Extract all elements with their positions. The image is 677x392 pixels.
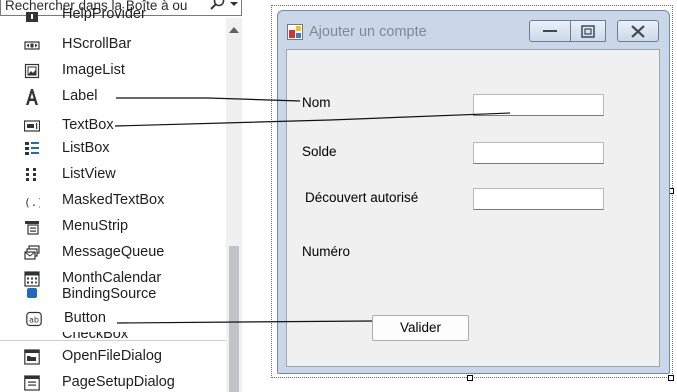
solde-input[interactable] (473, 142, 604, 164)
toolbox-item-imagelist[interactable]: ImageList (0, 58, 222, 84)
toolbox-item-menustrip[interactable]: MenuStrip (0, 214, 222, 240)
listview-icon (26, 168, 36, 181)
toolbox-item-label: Button (64, 310, 106, 326)
toolbox-item-label-control[interactable]: Label (0, 84, 222, 110)
decouvert-input[interactable] (473, 188, 604, 210)
minimize-button[interactable] (529, 20, 571, 42)
maximize-button[interactable] (570, 20, 606, 42)
form-app-icon (287, 24, 303, 40)
toolbox-scrollbar[interactable] (226, 18, 242, 392)
pagesetupdialog-icon (24, 375, 40, 391)
toolbox-item-listbox[interactable]: ListBox (0, 136, 222, 162)
listbox-icon (25, 142, 39, 155)
close-icon (631, 25, 645, 38)
toolbox-item-messagequeue[interactable]: MessageQueue (0, 240, 222, 266)
toolbox-item-label: BindingSource (62, 286, 157, 302)
toolbox-item-label: HScrollBar (62, 36, 132, 52)
toolbox-item-pagesetupdialog[interactable]: PageSetupDialog (0, 370, 222, 392)
bindingsource-icon (27, 288, 37, 298)
toolbox-item-label: ListBox (62, 140, 110, 156)
form-titlebar[interactable]: Ajouter un compte (278, 11, 669, 47)
label-nom: Nom (302, 95, 331, 110)
toolbox-item-label: ImageList (62, 62, 125, 78)
label-icon (26, 89, 38, 105)
scroll-up-arrow-icon[interactable] (229, 26, 239, 34)
toolbox-item-hscrollbar[interactable]: HScrollBar (0, 32, 222, 58)
toolbox-item-label: PageSetupDialog (62, 374, 175, 390)
button-icon: ab (26, 311, 42, 327)
toolbox-separator (0, 340, 226, 341)
nom-input[interactable] (473, 94, 604, 116)
toolbox-item-checkbox[interactable]: CheckBox (0, 332, 222, 340)
monthcalendar-icon (24, 271, 40, 287)
form-title: Ajouter un compte (309, 24, 427, 40)
toolbox-item-button[interactable]: ab Button (0, 306, 222, 332)
label-solde: Solde (302, 144, 337, 159)
toolbox-item-label: HelpProvider (62, 6, 146, 22)
label-decouvert: Découvert autorisé (305, 190, 419, 205)
toolbox-item-label: MenuStrip (62, 218, 129, 234)
toolbox-item-listview[interactable]: ListView (0, 162, 222, 188)
toolbox-item-label: TextBox (62, 117, 114, 133)
toolbox-item-label: Label (62, 88, 98, 104)
label-numero: Numéro (302, 244, 351, 259)
textbox-icon (24, 120, 40, 132)
toolbox-item-label: CheckBox (62, 332, 129, 340)
search-icon[interactable] (208, 0, 226, 13)
toolbox-item-maskedtextbox[interactable]: (.). MaskedTextBox (0, 188, 222, 214)
messagequeue-icon (24, 245, 40, 260)
chevron-down-icon[interactable] (229, 0, 239, 9)
maximize-icon (581, 25, 595, 38)
toolbox-item-label: ListView (62, 166, 116, 182)
toolbox-item-label: MonthCalendar (62, 270, 162, 286)
svg-text:ab: ab (29, 316, 39, 325)
openfiledialog-icon (24, 349, 40, 365)
valider-button[interactable]: Valider (372, 315, 469, 341)
maskedtextbox-icon: (.). (24, 196, 40, 209)
toolbox-item-openfiledialog[interactable]: OpenFileDialog (0, 344, 222, 370)
minimize-icon (543, 30, 557, 32)
scrollbar-thumb[interactable] (229, 246, 239, 392)
hscrollbar-icon (24, 41, 40, 50)
imagelist-icon (24, 63, 40, 79)
toolbox-panel: Rechercher dans la Boîte à ou HelpProvid… (0, 0, 244, 392)
toolbox-item-label: MessageQueue (62, 244, 165, 260)
menustrip-icon (25, 221, 39, 235)
help-provider-icon (26, 12, 38, 22)
close-button[interactable] (617, 20, 659, 42)
resize-handle-bottom-right[interactable] (668, 375, 674, 381)
toolbox-item-label: MaskedTextBox (62, 192, 165, 208)
resize-handle-bottom[interactable] (467, 375, 473, 381)
svg-text:(.).: (.). (24, 196, 40, 209)
toolbox-item-label: OpenFileDialog (62, 348, 162, 364)
